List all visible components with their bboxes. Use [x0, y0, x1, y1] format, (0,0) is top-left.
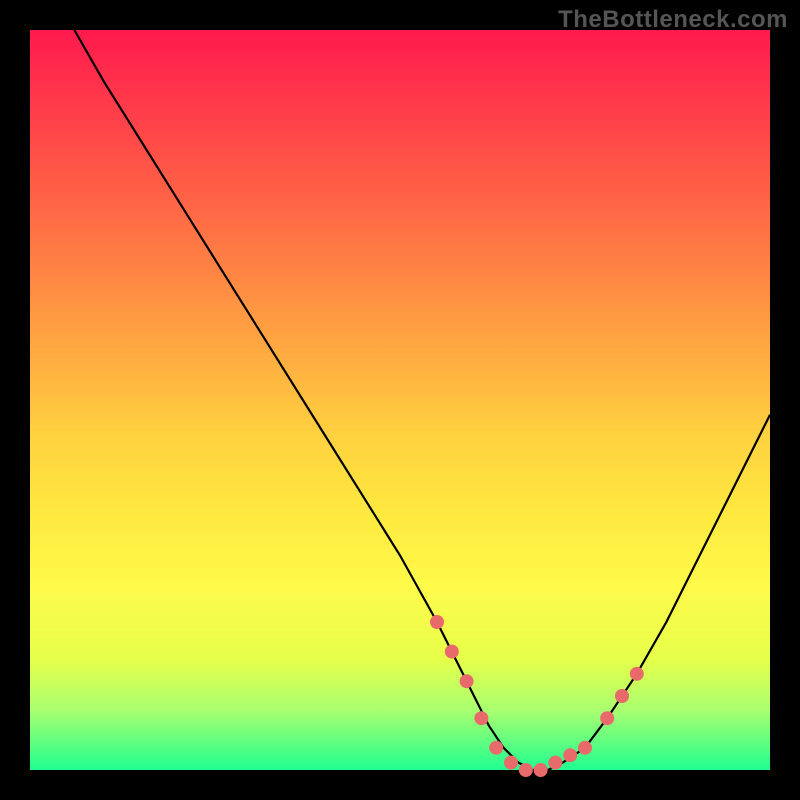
chart-frame: TheBottleneck.com — [0, 0, 800, 800]
highlight-dot — [548, 756, 562, 770]
highlight-dot — [430, 615, 444, 629]
highlight-dot — [534, 763, 548, 777]
highlight-dot — [563, 748, 577, 762]
highlight-dot — [600, 711, 614, 725]
highlight-dot — [460, 674, 474, 688]
bottleneck-curve — [74, 30, 770, 770]
watermark-text: TheBottleneck.com — [558, 6, 788, 34]
chart-overlay — [30, 30, 770, 770]
highlight-dot — [615, 689, 629, 703]
highlight-dot — [519, 763, 533, 777]
highlight-dots — [430, 615, 644, 777]
highlight-dot — [474, 711, 488, 725]
highlight-dot — [630, 667, 644, 681]
highlight-dot — [489, 741, 503, 755]
highlight-dot — [445, 645, 459, 659]
highlight-dot — [504, 756, 518, 770]
highlight-dot — [578, 741, 592, 755]
